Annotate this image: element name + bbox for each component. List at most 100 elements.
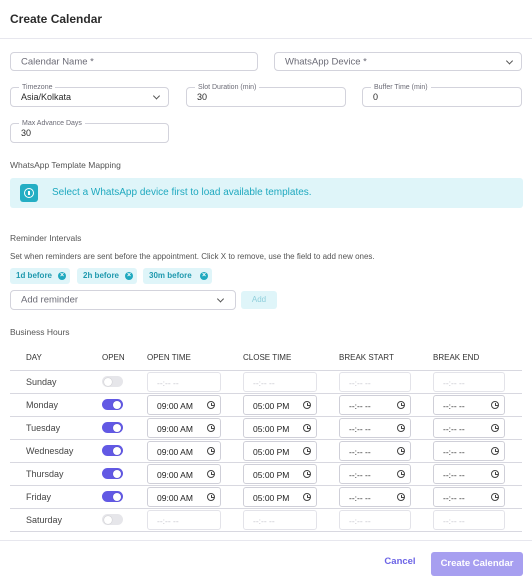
clock-icon[interactable]: [491, 423, 499, 432]
open-toggle[interactable]: [102, 514, 123, 525]
close-time-input[interactable]: --:-- --: [243, 371, 317, 392]
buffer-time-value: 0: [373, 92, 379, 102]
clock-icon[interactable]: [397, 446, 405, 455]
break-start-input[interactable]: --:-- --: [339, 509, 411, 530]
reminder-chip-label: 1d before: [16, 271, 53, 280]
break-start-input[interactable]: --:-- --: [339, 486, 411, 507]
close-time-value: --:-- --: [253, 377, 275, 388]
break-end-value: --:-- --: [443, 423, 465, 434]
table-header-row: DAY OPEN OPEN TIME CLOSE TIME BREAK STAR…: [10, 346, 522, 371]
close-icon[interactable]: ×: [58, 272, 66, 280]
add-reminder-select[interactable]: Add reminder: [10, 290, 236, 310]
open-time-input[interactable]: 09:00 AM: [147, 486, 221, 507]
break-end-input[interactable]: --:-- --: [433, 417, 505, 438]
day-name: Monday: [10, 393, 102, 417]
open-toggle[interactable]: [102, 422, 123, 433]
break-start-input[interactable]: --:-- --: [339, 417, 411, 438]
break-start-input[interactable]: --:-- --: [339, 371, 411, 392]
open-toggle[interactable]: [102, 491, 123, 502]
create-calendar-button[interactable]: Create Calendar: [431, 552, 523, 576]
toggle-knob: [104, 515, 112, 524]
break-end-input[interactable]: --:-- --: [433, 394, 505, 415]
open-time-value: 09:00 AM: [157, 423, 193, 434]
open-time-input[interactable]: 09:00 AM: [147, 440, 221, 461]
break-start-value: --:-- --: [349, 446, 371, 457]
close-time-input[interactable]: --:-- --: [243, 509, 317, 530]
slot-duration-label: Slot Duration (min): [195, 83, 260, 92]
clock-icon[interactable]: [491, 492, 499, 501]
open-time-input[interactable]: 09:00 AM: [147, 463, 221, 484]
break-end-input[interactable]: --:-- --: [433, 440, 505, 461]
break-start-value: --:-- --: [349, 400, 371, 411]
close-time-input[interactable]: 05:00 PM: [243, 486, 317, 507]
open-toggle[interactable]: [102, 376, 123, 387]
break-start-input[interactable]: --:-- --: [339, 463, 411, 484]
break-end-input[interactable]: --:-- --: [433, 486, 505, 507]
clock-icon[interactable]: [397, 400, 405, 409]
clock-icon[interactable]: [303, 423, 311, 432]
add-reminder-button[interactable]: Add: [241, 291, 277, 309]
clock-icon[interactable]: [303, 446, 311, 455]
clock-icon[interactable]: [491, 446, 499, 455]
whatsapp-device-select[interactable]: WhatsApp Device *: [274, 52, 522, 71]
close-icon[interactable]: ×: [200, 272, 208, 280]
clock-icon[interactable]: [303, 492, 311, 501]
close-time-input[interactable]: 05:00 PM: [243, 417, 317, 438]
clock-icon[interactable]: [303, 400, 311, 409]
clock-icon[interactable]: [303, 469, 311, 478]
clock-icon[interactable]: [397, 423, 405, 432]
close-time-input[interactable]: 05:00 PM: [243, 394, 317, 415]
timezone-value: Asia/Kolkata: [21, 92, 72, 102]
clock-icon[interactable]: [207, 469, 215, 478]
table-row: Friday 09:00 AM 05:00 PM --:-- -- --:-- …: [10, 485, 522, 509]
cancel-button[interactable]: Cancel: [380, 556, 420, 567]
break-start-value: --:-- --: [349, 377, 371, 388]
close-time-input[interactable]: 05:00 PM: [243, 440, 317, 461]
slot-duration-input[interactable]: Slot Duration (min) 30: [186, 83, 346, 107]
clock-icon[interactable]: [207, 492, 215, 501]
open-time-value: --:-- --: [157, 515, 179, 526]
modal-title: Create Calendar: [10, 12, 103, 26]
timezone-select[interactable]: Timezone Asia/Kolkata: [10, 83, 169, 107]
toggle-knob: [104, 377, 112, 386]
open-toggle[interactable]: [102, 445, 123, 456]
break-end-input[interactable]: --:-- --: [433, 371, 505, 392]
break-end-value: --:-- --: [443, 469, 465, 480]
template-info-text: Select a WhatsApp device first to load a…: [52, 187, 312, 198]
open-time-value: 09:00 AM: [157, 400, 193, 411]
close-icon[interactable]: ×: [125, 272, 133, 280]
open-time-input[interactable]: 09:00 AM: [147, 394, 221, 415]
clock-icon[interactable]: [207, 400, 215, 409]
open-time-value: 09:00 AM: [157, 446, 193, 457]
open-time-input[interactable]: 09:00 AM: [147, 417, 221, 438]
open-toggle[interactable]: [102, 399, 123, 410]
column-header-break-start: BREAK START: [339, 346, 433, 371]
max-advance-days-input[interactable]: Max Advance Days 30: [10, 119, 169, 143]
close-time-input[interactable]: 05:00 PM: [243, 463, 317, 484]
break-end-input[interactable]: --:-- --: [433, 509, 505, 530]
open-time-input[interactable]: --:-- --: [147, 371, 221, 392]
clock-icon[interactable]: [397, 469, 405, 478]
column-header-open-time: OPEN TIME: [147, 346, 243, 371]
break-start-value: --:-- --: [349, 423, 371, 434]
clock-icon[interactable]: [397, 492, 405, 501]
break-end-input[interactable]: --:-- --: [433, 463, 505, 484]
clock-icon[interactable]: [207, 423, 215, 432]
open-time-input[interactable]: --:-- --: [147, 509, 221, 530]
clock-icon[interactable]: [491, 400, 499, 409]
chevron-down-icon: [505, 56, 514, 65]
open-toggle[interactable]: [102, 468, 123, 479]
clock-icon[interactable]: [491, 469, 499, 478]
open-time-value: 09:00 AM: [157, 492, 193, 503]
break-start-input[interactable]: --:-- --: [339, 394, 411, 415]
timezone-label: Timezone: [19, 83, 56, 92]
break-start-input[interactable]: --:-- --: [339, 440, 411, 461]
close-time-value: 05:00 PM: [253, 446, 290, 457]
calendar-name-input[interactable]: Calendar Name *: [10, 52, 258, 71]
reminder-chip: 2h before ×: [77, 268, 137, 284]
close-time-value: 05:00 PM: [253, 423, 290, 434]
buffer-time-input[interactable]: Buffer Time (min) 0: [362, 83, 522, 107]
slot-duration-value: 30: [197, 92, 208, 102]
break-start-value: --:-- --: [349, 515, 371, 526]
clock-icon[interactable]: [207, 446, 215, 455]
